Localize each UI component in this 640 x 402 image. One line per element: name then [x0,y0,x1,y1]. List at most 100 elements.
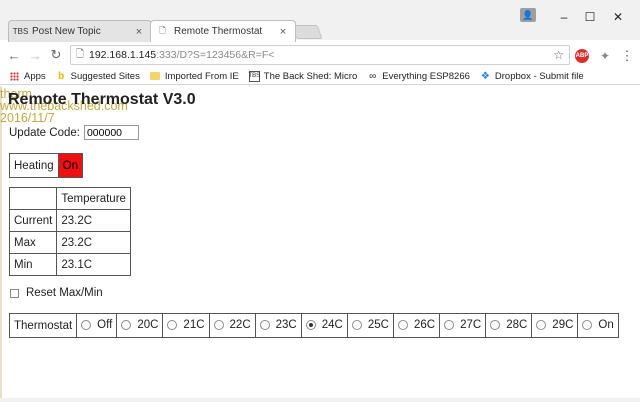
bookmark-label: Apps [24,70,46,82]
radio-button[interactable] [121,319,132,330]
radio-button[interactable] [490,319,501,330]
reload-icon[interactable]: ↻ [47,46,65,64]
update-code-row: Update Code: [9,125,139,140]
bookmarks-overflow [632,68,640,84]
tbs-icon: TBS [248,70,260,82]
thermostat-option[interactable]: On [577,313,619,338]
bookmark-imported-from-ie[interactable]: Imported From IE [150,71,239,82]
thermostat-option[interactable]: 20C [116,313,164,338]
bookmark-suggested-sites[interactable]: b Suggested Sites [56,71,140,82]
thermostat-option[interactable]: 29C [531,313,579,338]
thermostat-table: Thermostat Off 20C 21C 22C 23C 24C 25C 2… [8,313,619,338]
option-label: 22C [229,318,251,331]
option-label: On [598,318,614,331]
radio-button[interactable] [397,319,408,330]
bookmark-dropbox[interactable]: ❖ Dropbox - Submit file [480,71,584,82]
close-tab-icon[interactable]: × [277,26,289,38]
row-label: Current [8,209,58,232]
option-label: 21C [183,318,205,331]
heating-status-table: Heating On [9,153,83,178]
heating-status-badge: On [57,153,83,178]
address-bar[interactable]: 🗋 192.168.1.145:333/D?S=123456&R=F< ☆ [70,45,570,65]
table-row: Min 23.1C [8,253,131,276]
radio-button[interactable] [444,319,455,330]
table-header-temperature: Temperature [56,187,131,210]
tbs-favicon-icon: TBS [12,27,29,36]
row-label: Max [8,231,58,254]
page-title: Remote Thermostat V3.0 [8,91,196,108]
bookmark-back-shed[interactable]: TBS The Back Shed: Micro [248,70,357,82]
url-path: :333/D?S=123456&R=F< [156,49,275,61]
row-value: 23.2C [56,231,131,254]
esp-icon: ∞ [369,70,377,82]
close-tab-icon[interactable]: × [133,26,145,38]
thermostat-label: Thermostat [8,313,78,338]
profile-icon[interactable]: 👤 [520,8,536,22]
thermostat-option[interactable]: 23C [254,313,302,338]
option-label: Off [97,318,113,331]
radio-button[interactable] [305,319,316,330]
menu-icon[interactable]: ⋮ [619,48,635,64]
bookmarks-bar: Apps b Suggested Sites Imported From IE … [0,68,640,85]
radio-button[interactable] [582,319,593,330]
radio-button[interactable] [259,319,270,330]
tab-label: Remote Thermostat [174,26,263,37]
thermostat-option[interactable]: 26C [392,313,441,338]
option-label: 23C [275,318,297,331]
temperature-table: Temperature Current 23.2C Max 23.2C Min … [8,187,131,276]
bookmark-label: Dropbox - Submit file [494,70,584,82]
option-label: 29C [552,318,574,331]
minimize-button[interactable]: – [552,8,576,26]
update-code-input[interactable] [83,125,139,140]
title-bar: TBS Post New Topic × 🗋 Remote Thermostat… [0,0,640,42]
radio-button[interactable] [167,319,178,330]
close-window-button[interactable]: ✕ [606,8,630,26]
folder-icon [150,71,161,82]
extension-icon[interactable]: ✦ [597,48,613,64]
thermostat-option[interactable]: 21C [162,313,210,338]
reset-max-min-row[interactable]: Reset Max/Min [10,287,103,299]
apps-grid-icon [9,71,20,82]
forward-arrow-icon[interactable]: → [26,46,44,64]
option-label: 24C [321,318,343,331]
url-host: 192.168.1.145 [89,49,157,61]
bookmark-label: Suggested Sites [70,70,140,82]
reset-max-min-label: Reset Max/Min [26,287,103,299]
page-icon: 🗋 [159,25,166,35]
reset-max-min-checkbox[interactable] [10,288,19,298]
row-value: 23.1C [56,253,131,276]
radio-button[interactable] [81,319,92,330]
adblock-icon[interactable]: ABP [575,49,589,63]
radio-button[interactable] [536,319,547,330]
tab-post-new-topic[interactable]: TBS Post New Topic × [8,20,152,42]
table-row: Max 23.2C [8,231,131,254]
window-bottom-edge [0,398,640,402]
table-row: Current 23.2C [8,209,131,232]
bookmark-label: Everything ESP8266 [382,70,470,82]
option-label: 26C [413,318,436,331]
page-info-icon[interactable]: 🗋 [71,47,89,64]
tab-remote-thermostat[interactable]: 🗋 Remote Thermostat × [150,20,296,42]
bookmark-esp8266[interactable]: ∞ Everything ESP8266 [367,71,470,82]
thermostat-option[interactable]: 27C [439,313,487,338]
bing-icon: b [58,70,65,82]
dropbox-icon: ❖ [480,70,490,82]
thermostat-option[interactable]: 25C [346,313,394,338]
tab-label: Post New Topic [32,26,101,37]
thermostat-option[interactable]: 24C [300,313,348,338]
radio-button[interactable] [213,319,224,330]
thermostat-option[interactable]: 28C [485,313,533,338]
thermostat-option[interactable]: Off [76,313,118,338]
overlay-line: 2016/11/7 [0,111,55,125]
thermostat-option[interactable]: 22C [208,313,256,338]
table-header-empty [8,187,58,210]
bookmark-star-icon[interactable]: ☆ [553,48,564,62]
row-label: Min [8,253,58,276]
back-arrow-icon[interactable]: ← [5,46,23,64]
radio-button[interactable] [351,319,362,330]
heating-label: Heating [9,153,59,178]
new-tab-button[interactable] [291,25,323,39]
maximize-button[interactable]: ☐ [578,8,602,26]
bookmark-apps[interactable]: Apps [9,71,46,82]
toolbar: ← → ↻ 🗋 192.168.1.145:333/D?S=123456&R=F… [0,42,640,68]
